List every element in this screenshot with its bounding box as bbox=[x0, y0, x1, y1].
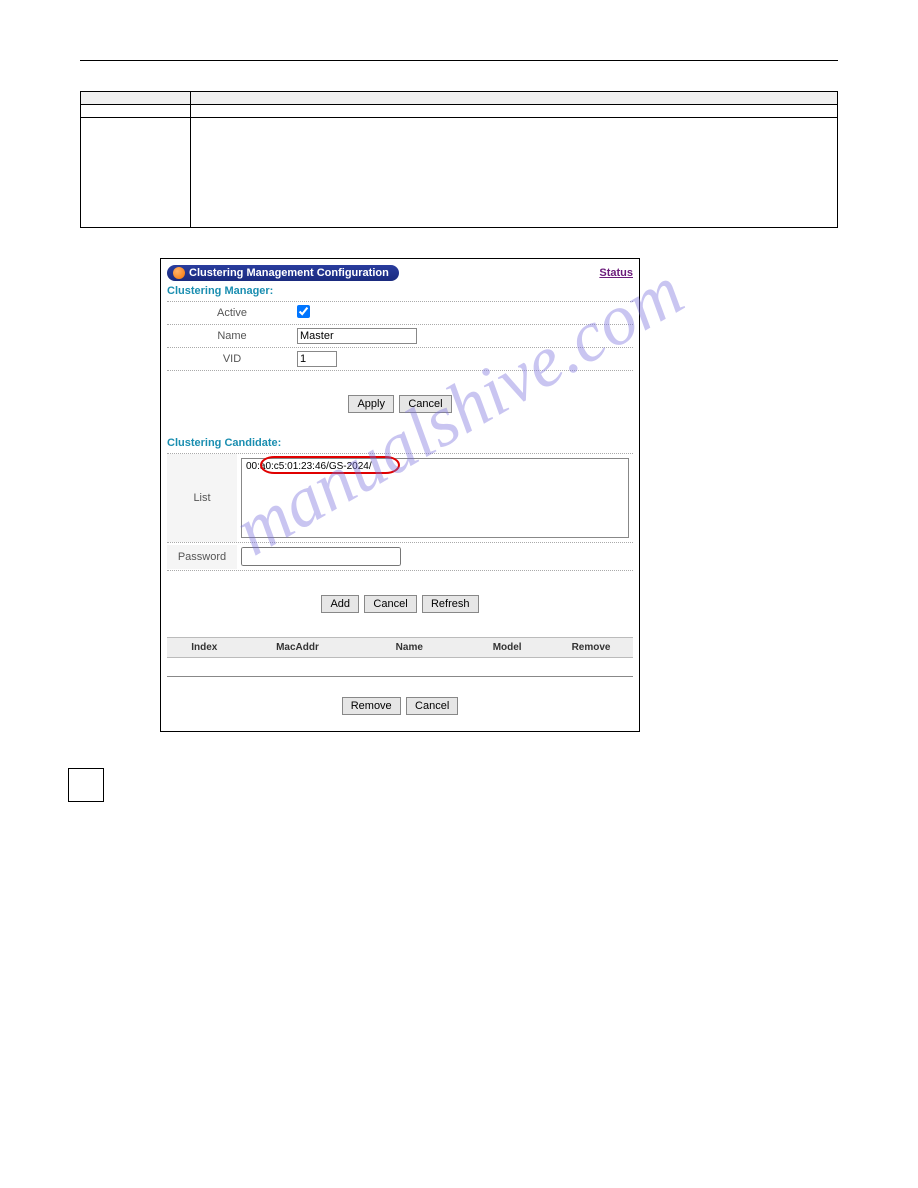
col-macaddr: MacAddr bbox=[242, 642, 354, 653]
cancel-button-1[interactable]: Cancel bbox=[399, 395, 451, 413]
name-label: Name bbox=[167, 330, 297, 342]
password-label: Password bbox=[167, 545, 237, 569]
vid-input[interactable] bbox=[297, 351, 337, 367]
active-label: Active bbox=[167, 307, 297, 319]
remove-buttons: Remove Cancel bbox=[167, 697, 633, 715]
member-table-header: Index MacAddr Name Model Remove bbox=[167, 637, 633, 658]
spec-cell-r1c1 bbox=[81, 105, 191, 118]
add-button[interactable]: Add bbox=[321, 595, 359, 613]
apply-button[interactable]: Apply bbox=[348, 395, 394, 413]
col-index: Index bbox=[167, 642, 242, 653]
list-item[interactable]: 00:a0:c5:01:23:46/GS-2024/ bbox=[244, 461, 626, 472]
spec-cell-r1c2 bbox=[191, 105, 838, 118]
row-list: List 00:a0:c5:01:23:46/GS-2024/ bbox=[167, 453, 633, 542]
refresh-button[interactable]: Refresh bbox=[422, 595, 479, 613]
panel-title-bar: Clustering Management Configuration Stat… bbox=[167, 265, 633, 281]
title-ball-icon bbox=[173, 267, 185, 279]
manager-heading: Clustering Manager: bbox=[167, 285, 633, 297]
list-label: List bbox=[167, 454, 237, 542]
panel-title: Clustering Management Configuration bbox=[189, 267, 389, 279]
spec-header-1 bbox=[81, 92, 191, 105]
footer-box bbox=[68, 768, 104, 802]
row-name: Name bbox=[167, 324, 633, 347]
row-active: Active bbox=[167, 301, 633, 324]
spec-cell-r2c2 bbox=[191, 118, 838, 228]
config-panel: Clustering Management Configuration Stat… bbox=[160, 258, 640, 732]
cancel-button-3[interactable]: Cancel bbox=[406, 697, 458, 715]
vid-label: VID bbox=[167, 353, 297, 365]
col-remove: Remove bbox=[549, 642, 633, 653]
status-link[interactable]: Status bbox=[599, 267, 633, 279]
col-model: Model bbox=[465, 642, 549, 653]
spec-cell-r2c1 bbox=[81, 118, 191, 228]
page-rule bbox=[80, 60, 838, 61]
panel-title-pill: Clustering Management Configuration bbox=[167, 265, 399, 281]
name-input[interactable] bbox=[297, 328, 417, 344]
cancel-button-2[interactable]: Cancel bbox=[364, 595, 416, 613]
active-checkbox[interactable] bbox=[297, 305, 310, 318]
col-name: Name bbox=[353, 642, 465, 653]
manager-buttons: Apply Cancel bbox=[167, 395, 633, 413]
spec-header-2 bbox=[191, 92, 838, 105]
candidate-buttons: Add Cancel Refresh bbox=[167, 595, 633, 613]
candidate-heading: Clustering Candidate: bbox=[167, 437, 633, 449]
row-vid: VID bbox=[167, 347, 633, 371]
remove-button[interactable]: Remove bbox=[342, 697, 401, 715]
spec-table bbox=[80, 91, 838, 228]
member-divider bbox=[167, 676, 633, 677]
candidate-listbox[interactable]: 00:a0:c5:01:23:46/GS-2024/ bbox=[241, 458, 629, 538]
row-password: Password bbox=[167, 542, 633, 571]
password-input[interactable] bbox=[241, 547, 401, 566]
